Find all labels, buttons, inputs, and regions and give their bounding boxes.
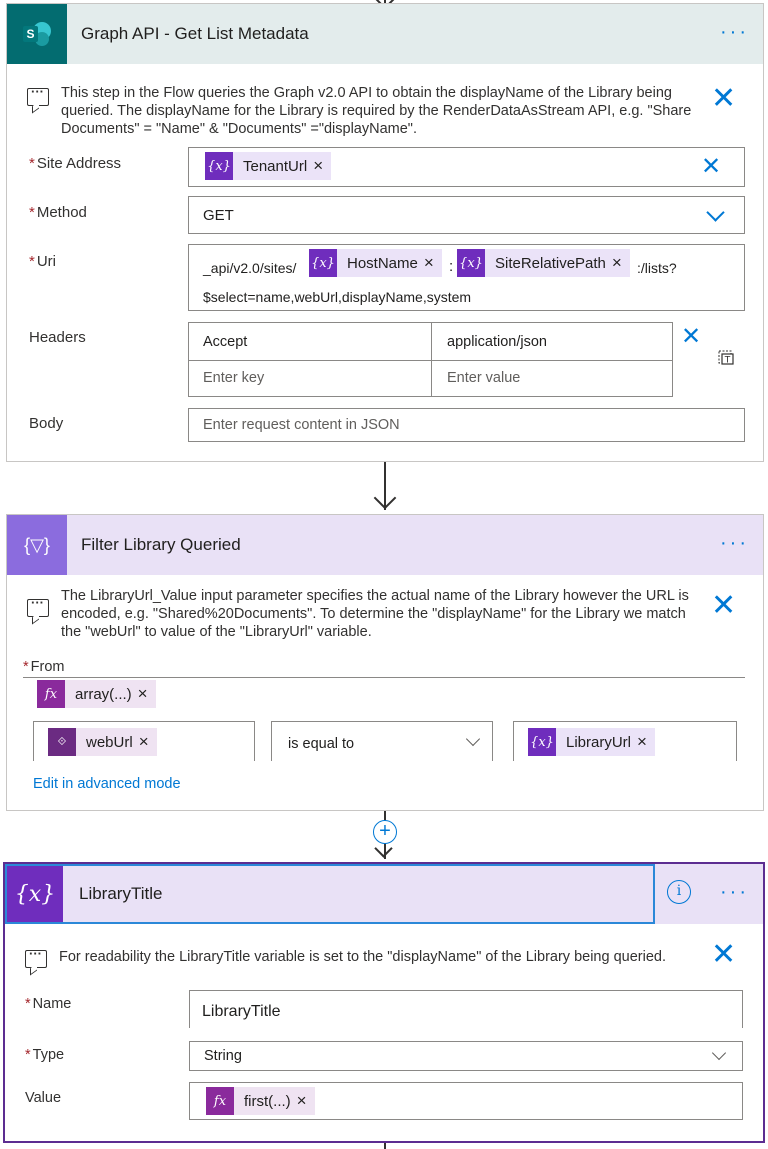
dataoperation-icon: ⟐ <box>48 728 76 756</box>
comment-icon <box>27 84 49 106</box>
expression-icon: fx <box>206 1087 234 1115</box>
headers-table: Accept application/json Enter key Enter … <box>188 322 673 397</box>
type-select[interactable]: String <box>189 1041 743 1071</box>
remove-token-icon[interactable]: × <box>313 156 331 176</box>
from-field-border <box>23 677 745 678</box>
info-icon[interactable]: i <box>667 880 691 904</box>
weburl-token[interactable]: ⟐ webUrl × <box>48 728 157 756</box>
more-options-icon[interactable]: ··· <box>720 882 749 902</box>
librarytitle-card-title: LibraryTitle <box>79 884 163 903</box>
name-input[interactable]: LibraryTitle <box>189 990 743 1028</box>
condition-left-field[interactable]: ⟐ webUrl × <box>33 721 255 761</box>
libraryurl-token[interactable]: {x} LibraryUrl × <box>528 728 655 756</box>
header-value-placeholder[interactable]: Enter value <box>447 370 520 386</box>
tenanturl-token[interactable]: {x} TenantUrl × <box>205 152 332 180</box>
hostname-token[interactable]: {x} HostName × <box>309 249 442 277</box>
site-address-field[interactable]: {x} TenantUrl × ✕ <box>188 147 745 187</box>
variable-icon: {x} <box>457 249 485 277</box>
condition-right-field[interactable]: {x} LibraryUrl × <box>513 721 737 761</box>
value-field[interactable]: fx first(...) × <box>189 1082 743 1120</box>
variable-icon: {x} <box>309 249 337 277</box>
name-label: * Name <box>25 996 72 1012</box>
first-expression-token[interactable]: fx first(...) × <box>206 1087 315 1115</box>
remove-token-icon[interactable]: × <box>637 732 655 752</box>
close-comment-icon[interactable]: ✕ <box>711 591 736 621</box>
uri-label: * Uri <box>29 253 57 270</box>
header-value-input[interactable]: application/json <box>447 334 547 350</box>
librarytitle-card: {x} LibraryTitle i ··· For readability t… <box>3 862 765 1143</box>
remove-token-icon[interactable]: × <box>297 1091 315 1111</box>
array-expression-token[interactable]: fx array(...) × <box>37 680 156 708</box>
filter-card: {▽} Filter Library Queried ··· The Libra… <box>6 514 764 811</box>
body-label: Body <box>29 415 64 432</box>
filter-array-icon: {▽} <box>7 515 67 575</box>
chevron-down-icon <box>706 203 725 222</box>
edit-advanced-mode-link[interactable]: Edit in advanced mode <box>33 776 181 792</box>
comment-text: The LibraryUrl_Value input parameter spe… <box>61 588 689 640</box>
remove-token-icon[interactable]: × <box>424 253 442 273</box>
remove-token-icon[interactable]: × <box>612 253 630 273</box>
method-select[interactable]: GET <box>188 196 745 234</box>
variable-icon: {x} <box>528 728 556 756</box>
comment-row: For readability the LibraryTitle variabl… <box>25 946 715 968</box>
condition-operator-select[interactable]: is equal to <box>271 721 493 761</box>
comment-icon <box>25 946 47 968</box>
graph-api-card: S Graph API - Get List Metadata ··· This… <box>6 3 764 462</box>
remove-header-icon[interactable]: ✕ <box>681 322 701 352</box>
more-options-icon[interactable]: ··· <box>720 533 749 553</box>
comment-text: This step in the Flow queries the Graph … <box>61 85 692 137</box>
comment-row: This step in the Flow queries the Graph … <box>27 84 707 138</box>
chevron-down-icon <box>711 1045 727 1061</box>
value-label: Value <box>25 1090 62 1106</box>
header-key-input[interactable]: Accept <box>203 334 247 350</box>
filter-card-title: Filter Library Queried <box>81 535 241 554</box>
svg-text:T: T <box>724 356 731 366</box>
comment-icon <box>27 595 49 617</box>
headers-label: Headers <box>29 329 86 346</box>
header-key-placeholder[interactable]: Enter key <box>203 370 264 386</box>
filter-card-header[interactable]: {▽} Filter Library Queried ··· <box>7 515 763 575</box>
bottom-connector <box>384 1143 386 1149</box>
type-label: * Type <box>25 1047 65 1063</box>
graph-api-card-title: Graph API - Get List Metadata <box>81 24 309 43</box>
uri-field[interactable]: _api/v2.0/sites/ {x} HostName × : {x} Si… <box>188 244 745 311</box>
more-options-icon[interactable]: ··· <box>720 22 749 42</box>
siterelativepath-token[interactable]: {x} SiteRelativePath × <box>457 249 630 277</box>
site-address-label: * Site Address <box>29 155 122 172</box>
connector-arrow-head <box>373 486 397 510</box>
close-comment-icon[interactable]: ✕ <box>711 940 736 970</box>
from-label: * From <box>23 659 65 675</box>
graph-api-card-header[interactable]: S Graph API - Get List Metadata ··· <box>7 4 763 64</box>
comment-row: The LibraryUrl_Value input parameter spe… <box>27 587 707 641</box>
sharepoint-icon: S <box>7 4 67 64</box>
variable-icon: {x} <box>7 866 63 922</box>
text-mode-icon[interactable]: T <box>718 349 734 366</box>
remove-token-icon[interactable]: × <box>139 732 157 752</box>
librarytitle-card-header[interactable]: {x} LibraryTitle i ··· <box>5 864 763 924</box>
method-label: * Method <box>29 204 87 221</box>
body-input[interactable]: Enter request content in JSON <box>188 408 745 442</box>
close-comment-icon[interactable]: ✕ <box>711 84 736 114</box>
comment-text: For readability the LibraryTitle variabl… <box>59 949 666 965</box>
chevron-down-icon <box>465 731 481 747</box>
variable-icon: {x} <box>205 152 233 180</box>
expression-icon: fx <box>37 680 65 708</box>
clear-field-icon[interactable]: ✕ <box>701 152 721 182</box>
remove-token-icon[interactable]: × <box>138 684 156 704</box>
